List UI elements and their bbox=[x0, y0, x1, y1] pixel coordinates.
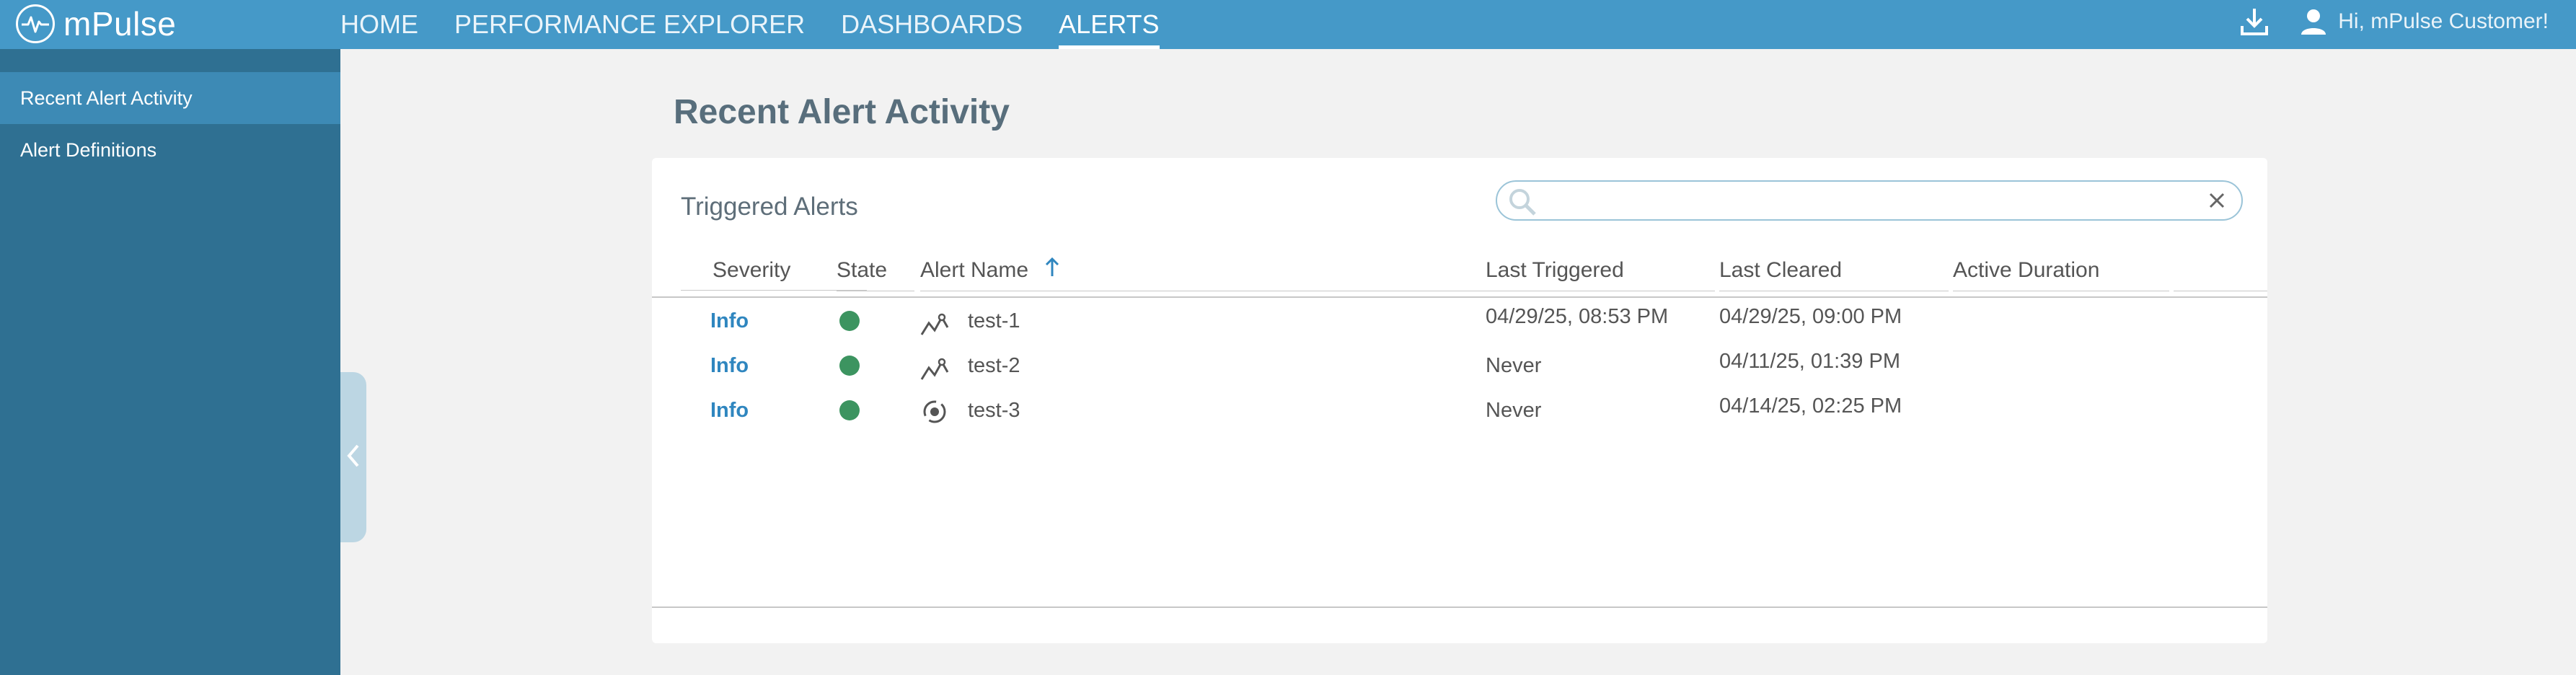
column-header-last-triggered[interactable]: Last Triggered bbox=[1486, 250, 1715, 291]
pulse-logo-icon bbox=[16, 4, 55, 43]
user-greeting[interactable]: Hi, mPulse Customer! bbox=[2338, 9, 2549, 34]
search-box bbox=[1496, 180, 2243, 221]
column-header-alert-name[interactable]: Alert Name bbox=[920, 250, 1496, 291]
download-icon[interactable] bbox=[2238, 6, 2270, 38]
nav-dashboards[interactable]: DASHBOARDS bbox=[841, 0, 1023, 49]
page-title: Recent Alert Activity bbox=[674, 93, 1010, 131]
sort-ascending-icon bbox=[1044, 251, 1060, 291]
sidebar-item-recent-alert-activity[interactable]: Recent Alert Activity bbox=[0, 72, 340, 124]
chevron-left-icon bbox=[346, 443, 361, 472]
nav-alerts[interactable]: ALERTS bbox=[1059, 0, 1160, 49]
search-icon bbox=[1507, 188, 1539, 220]
table-row[interactable]: Info test-1 04/29/25, 08:53 PM 04/29/25,… bbox=[652, 299, 2267, 343]
severity-link[interactable]: Info bbox=[710, 299, 749, 343]
clear-search-icon[interactable] bbox=[2208, 192, 2226, 213]
table-row[interactable]: Info test-3 Never 04/14/25, 02:25 PM bbox=[652, 389, 2267, 432]
column-header-last-cleared[interactable]: Last Cleared bbox=[1719, 250, 1949, 291]
alert-name[interactable]: test-3 bbox=[968, 389, 1020, 432]
column-header-active-duration[interactable]: Active Duration bbox=[1953, 250, 2169, 291]
alert-name[interactable]: test-1 bbox=[968, 299, 1020, 343]
nav-home[interactable]: HOME bbox=[340, 0, 418, 49]
user-area: Hi, mPulse Customer! bbox=[2238, 0, 2549, 43]
last-cleared: 04/14/25, 02:25 PM bbox=[1719, 394, 1902, 418]
state-active-dot bbox=[839, 356, 860, 376]
last-cleared: 04/11/25, 01:39 PM bbox=[1719, 350, 1900, 373]
metric-alert-icon bbox=[920, 309, 949, 335]
alert-name-header-label: Alert Name bbox=[920, 258, 1029, 282]
alert-name[interactable]: test-2 bbox=[968, 344, 1020, 387]
state-active-dot bbox=[839, 311, 860, 331]
nav-performance-explorer[interactable]: PERFORMANCE EXPLORER bbox=[454, 0, 805, 49]
table-row[interactable]: Info test-2 Never 04/11/25, 01:39 PM bbox=[652, 344, 2267, 387]
last-triggered: Never bbox=[1486, 399, 1542, 422]
column-header-extra bbox=[2174, 250, 2267, 291]
main-nav: HOME PERFORMANCE EXPLORER DASHBOARDS ALE… bbox=[340, 0, 1196, 49]
metric-alert-icon bbox=[920, 354, 949, 380]
state-header-label: State bbox=[837, 258, 888, 282]
last-triggered: 04/29/25, 08:53 PM bbox=[1486, 305, 1669, 328]
sidebar-item-alert-definitions[interactable]: Alert Definitions bbox=[0, 124, 340, 176]
sidebar-collapse-handle[interactable] bbox=[340, 372, 366, 542]
app-logo[interactable]: mPulse bbox=[16, 3, 176, 45]
state-active-dot bbox=[839, 400, 860, 420]
app-name: mPulse bbox=[63, 5, 177, 43]
triggered-alerts-panel: Triggered Alerts Severity State Alert Na… bbox=[652, 158, 2267, 643]
last-triggered: Never bbox=[1486, 354, 1542, 377]
sidebar: Recent Alert Activity Alert Definitions bbox=[0, 49, 340, 675]
column-header-state[interactable]: State bbox=[837, 250, 914, 291]
user-icon[interactable] bbox=[2299, 7, 2328, 36]
top-nav-bar: mPulse HOME PERFORMANCE EXPLORER DASHBOA… bbox=[0, 0, 2576, 49]
severity-link[interactable]: Info bbox=[710, 344, 749, 387]
search-input[interactable] bbox=[1545, 186, 2182, 216]
last-cleared: 04/29/25, 09:00 PM bbox=[1719, 305, 1902, 328]
panel-title: Triggered Alerts bbox=[681, 193, 858, 221]
severity-link[interactable]: Info bbox=[710, 389, 749, 432]
anomaly-alert-icon bbox=[920, 397, 949, 423]
table-footer-divider bbox=[652, 606, 2267, 608]
header-divider bbox=[652, 296, 2267, 298]
